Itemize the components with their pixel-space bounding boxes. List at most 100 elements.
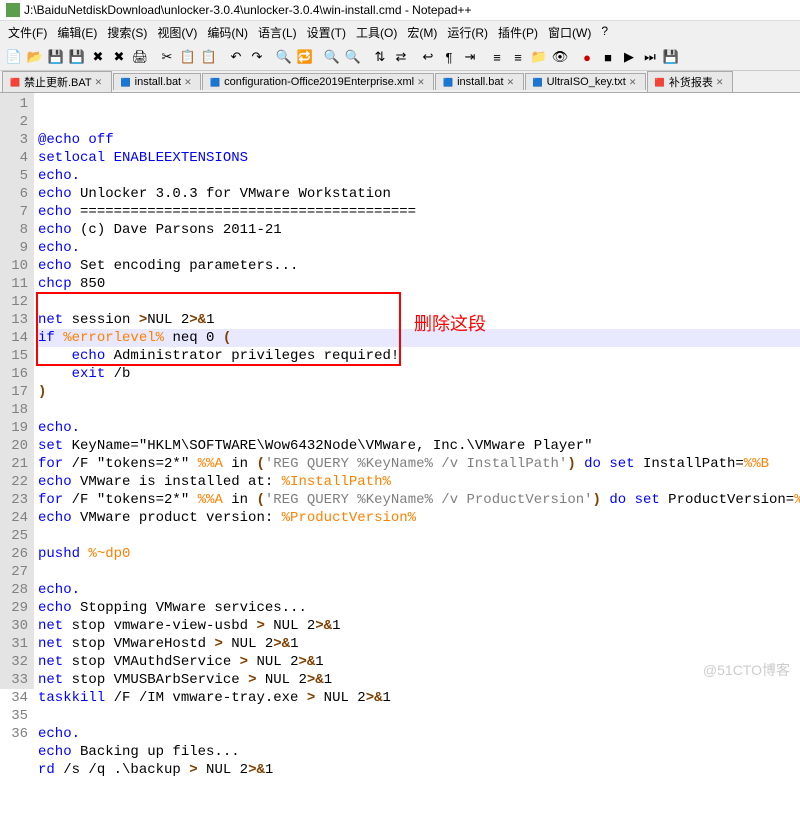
code-line[interactable]: echo VMware is installed at: %InstallPat… bbox=[38, 473, 800, 491]
playto-icon[interactable]: ⏭ bbox=[640, 47, 660, 67]
tab-close-icon[interactable]: ✕ bbox=[417, 77, 427, 87]
tab-close-icon[interactable]: ✕ bbox=[184, 77, 194, 87]
tab-close-icon[interactable]: ✕ bbox=[95, 77, 105, 87]
code-line[interactable]: net session >NUL 2>&1 bbox=[38, 311, 800, 329]
code-line[interactable]: chcp 850 bbox=[38, 275, 800, 293]
paste-icon[interactable]: 📋 bbox=[199, 47, 219, 67]
menu-window[interactable]: 窗口(W) bbox=[544, 23, 595, 42]
code-line[interactable] bbox=[38, 401, 800, 419]
code-line[interactable]: ) bbox=[38, 383, 800, 401]
open-file-icon[interactable]: 📂 bbox=[25, 47, 45, 67]
doclist-icon[interactable]: ≡ bbox=[487, 47, 507, 67]
menu-help[interactable]: ? bbox=[597, 23, 612, 42]
code-line[interactable]: exit /b bbox=[38, 365, 800, 383]
menu-file[interactable]: 文件(F) bbox=[4, 23, 51, 42]
code-line[interactable]: for /F "tokens=2*" %%A in ('REG QUERY %K… bbox=[38, 491, 800, 509]
print-icon[interactable]: 🖨 bbox=[130, 47, 150, 67]
code-line[interactable]: echo VMware product version: %ProductVer… bbox=[38, 509, 800, 527]
replace-icon[interactable]: 🔁 bbox=[295, 47, 315, 67]
app-icon bbox=[6, 3, 20, 17]
code-line[interactable]: echo Backing up files... bbox=[38, 743, 800, 761]
menu-tools[interactable]: 工具(O) bbox=[352, 23, 401, 42]
copy-icon[interactable]: 📋 bbox=[178, 47, 198, 67]
code-line[interactable]: set KeyName="HKLM\SOFTWARE\Wow6432Node\V… bbox=[38, 437, 800, 455]
code-line[interactable]: pushd %~dp0 bbox=[38, 545, 800, 563]
menu-edit[interactable]: 编辑(E) bbox=[53, 23, 101, 42]
tab-label: configuration-Office2019Enterprise.xml bbox=[224, 76, 414, 88]
save-icon[interactable]: 💾 bbox=[46, 47, 66, 67]
tab[interactable]: 🟥补货报表✕ bbox=[647, 71, 733, 92]
code-line[interactable]: net stop vmware-view-usbd > NUL 2>&1 bbox=[38, 617, 800, 635]
code-line[interactable]: rd /s /q .\backup > NUL 2>&1 bbox=[38, 761, 800, 779]
line-number: 30 bbox=[10, 617, 28, 635]
code-line[interactable]: echo Unlocker 3.0.3 for VMware Workstati… bbox=[38, 185, 800, 203]
code-line[interactable]: echo. bbox=[38, 239, 800, 257]
showall-icon[interactable]: ¶ bbox=[439, 47, 459, 67]
indent-icon[interactable]: ⇥ bbox=[460, 47, 480, 67]
tab[interactable]: 🟦install.bat✕ bbox=[435, 73, 523, 90]
sync-v-icon[interactable]: ⇅ bbox=[370, 47, 390, 67]
save-macro-icon[interactable]: 💾 bbox=[661, 47, 681, 67]
zoom-in-icon[interactable]: 🔍 bbox=[322, 47, 342, 67]
menu-search[interactable]: 搜索(S) bbox=[103, 23, 151, 42]
close-all-icon[interactable]: ✖ bbox=[109, 47, 129, 67]
code-line[interactable] bbox=[38, 707, 800, 725]
tab[interactable]: 🟦UltraISO_key.txt✕ bbox=[525, 73, 646, 90]
code-line[interactable]: echo. bbox=[38, 167, 800, 185]
code-line[interactable]: for /F "tokens=2*" %%A in ('REG QUERY %K… bbox=[38, 455, 800, 473]
sync-h-icon[interactable]: ⇄ bbox=[391, 47, 411, 67]
menu-settings[interactable]: 设置(T) bbox=[303, 23, 350, 42]
menu-run[interactable]: 运行(R) bbox=[443, 23, 492, 42]
file-icon: 🟦 bbox=[532, 76, 544, 88]
tab[interactable]: 🟦configuration-Office2019Enterprise.xml✕ bbox=[202, 73, 434, 90]
menu-view[interactable]: 视图(V) bbox=[153, 23, 201, 42]
menu-language[interactable]: 语言(L) bbox=[254, 23, 301, 42]
line-number: 9 bbox=[10, 239, 28, 257]
redo-icon[interactable]: ↷ bbox=[247, 47, 267, 67]
code-line[interactable]: @echo off bbox=[38, 131, 800, 149]
monitor-icon[interactable]: 👁 bbox=[550, 47, 570, 67]
code-line[interactable] bbox=[38, 293, 800, 311]
code-line[interactable]: net stop VMAuthdService > NUL 2>&1 bbox=[38, 653, 800, 671]
code-line[interactable]: echo. bbox=[38, 581, 800, 599]
stop-icon[interactable]: ■ bbox=[598, 47, 618, 67]
menu-encoding[interactable]: 编码(N) bbox=[203, 23, 252, 42]
code-line[interactable]: net stop VMwareHostd > NUL 2>&1 bbox=[38, 635, 800, 653]
wordwrap-icon[interactable]: ↩ bbox=[418, 47, 438, 67]
code-area[interactable]: @echo offsetlocal ENABLEEXTENSIONSecho.e… bbox=[34, 93, 800, 689]
code-line[interactable]: echo ===================================… bbox=[38, 203, 800, 221]
code-line[interactable]: echo Stopping VMware services... bbox=[38, 599, 800, 617]
tab-close-icon[interactable]: ✕ bbox=[629, 77, 639, 87]
code-line[interactable]: echo. bbox=[38, 725, 800, 743]
code-line[interactable]: setlocal ENABLEEXTENSIONS bbox=[38, 149, 800, 167]
foldermap-icon[interactable]: 📁 bbox=[529, 47, 549, 67]
menu-plugins[interactable]: 插件(P) bbox=[494, 23, 542, 42]
code-line[interactable]: if %errorlevel% neq 0 ( bbox=[38, 329, 800, 347]
play-icon[interactable]: ▶ bbox=[619, 47, 639, 67]
code-line[interactable] bbox=[38, 527, 800, 545]
code-line[interactable]: echo Administrator privileges required! bbox=[38, 347, 800, 365]
close-icon[interactable]: ✖ bbox=[88, 47, 108, 67]
line-number: 25 bbox=[10, 527, 28, 545]
undo-icon[interactable]: ↶ bbox=[226, 47, 246, 67]
funclist-icon[interactable]: ≡ bbox=[508, 47, 528, 67]
save-all-icon[interactable]: 💾 bbox=[67, 47, 87, 67]
editor[interactable]: 1234567891011121314151617181920212223242… bbox=[0, 93, 800, 689]
menu-macro[interactable]: 宏(M) bbox=[403, 23, 441, 42]
tab[interactable]: 🟦install.bat✕ bbox=[113, 73, 201, 90]
record-icon[interactable]: ● bbox=[577, 47, 597, 67]
code-line[interactable] bbox=[38, 563, 800, 581]
tab[interactable]: 🟥禁止更新.BAT✕ bbox=[2, 71, 112, 92]
find-icon[interactable]: 🔍 bbox=[274, 47, 294, 67]
code-line[interactable]: echo Set encoding parameters... bbox=[38, 257, 800, 275]
cut-icon[interactable]: ✂ bbox=[157, 47, 177, 67]
line-number: 4 bbox=[10, 149, 28, 167]
code-line[interactable]: taskkill /F /IM vmware-tray.exe > NUL 2>… bbox=[38, 689, 800, 707]
code-line[interactable]: echo (c) Dave Parsons 2011-21 bbox=[38, 221, 800, 239]
code-line[interactable]: echo. bbox=[38, 419, 800, 437]
new-file-icon[interactable]: 📄 bbox=[4, 47, 24, 67]
tab-close-icon[interactable]: ✕ bbox=[507, 77, 517, 87]
zoom-out-icon[interactable]: 🔍 bbox=[343, 47, 363, 67]
code-line[interactable]: net stop VMUSBArbService > NUL 2>&1 bbox=[38, 671, 800, 689]
tab-close-icon[interactable]: ✕ bbox=[716, 77, 726, 87]
